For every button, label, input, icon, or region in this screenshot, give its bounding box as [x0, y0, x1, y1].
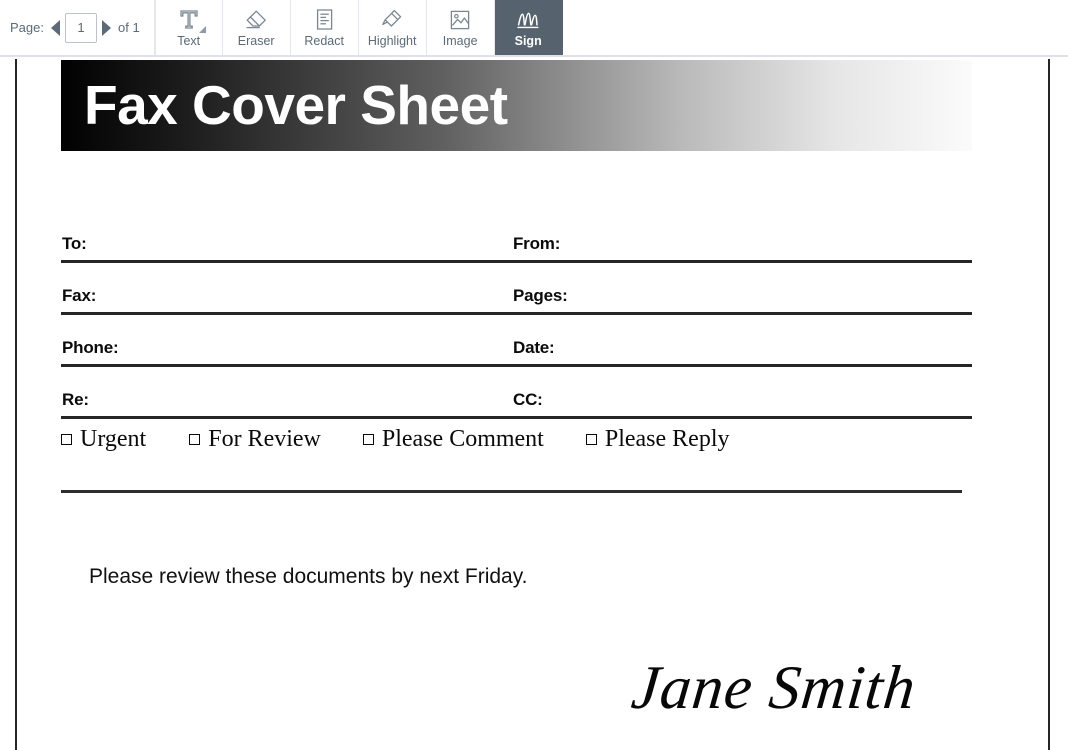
signature-annotation[interactable]: Jane Smith — [628, 654, 919, 722]
page-number-input[interactable] — [64, 12, 97, 43]
checkbox-label-for-review: For Review — [208, 425, 321, 452]
field-label-fax: Fax: — [62, 286, 97, 305]
tool-button-text[interactable]: Text — [154, 0, 223, 55]
checkbox-for-review[interactable]: For Review — [189, 426, 321, 453]
document-page: Fax Cover Sheet To: From: Fax: Pages: Ph… — [15, 59, 1050, 750]
tool-label-sign: Sign — [514, 33, 542, 48]
field-pages[interactable]: Pages: — [512, 263, 972, 315]
editor-toolbar: Page: of 1 Text Er — [0, 0, 1068, 57]
checkbox-please-reply[interactable]: Please Reply — [585, 425, 730, 453]
page-label: Page: — [10, 20, 44, 35]
checkbox-square-icon[interactable] — [585, 433, 597, 445]
checkbox-square-icon[interactable] — [362, 433, 374, 445]
checkbox-label-please-reply: Please Reply — [604, 425, 730, 452]
field-label-date: Date: — [513, 338, 555, 357]
field-label-pages: Pages: — [513, 286, 568, 305]
document-title-banner: Fax Cover Sheet — [61, 60, 972, 151]
tool-button-redact[interactable]: Redact — [290, 0, 359, 55]
document-page-area[interactable]: Fax Cover Sheet To: From: Fax: Pages: Ph… — [0, 57, 1068, 750]
field-date[interactable]: Date: — [512, 315, 972, 367]
field-label-re: Re: — [62, 390, 89, 409]
tool-button-image[interactable]: Image — [426, 0, 495, 55]
tool-label-text: Text — [177, 33, 201, 48]
highlighter-pen-icon — [380, 8, 404, 32]
field-fax[interactable]: Fax: — [61, 263, 512, 315]
form-row: To: From: — [61, 211, 972, 263]
checkbox-urgent[interactable]: Urgent — [61, 426, 146, 453]
field-label-from: From: — [513, 234, 561, 253]
signature-icon — [515, 8, 541, 32]
tool-label-eraser: Eraser — [237, 33, 275, 48]
field-cc[interactable]: CC: — [512, 367, 972, 419]
previous-page-icon[interactable] — [50, 19, 60, 36]
page-navigation: Page: of 1 — [0, 0, 155, 55]
checkbox-row: Urgent For Review Please Comment Please … — [61, 419, 972, 459]
checkbox-please-comment[interactable]: Please Comment — [362, 425, 544, 453]
redact-document-icon — [315, 8, 334, 32]
text-tool-icon — [178, 8, 206, 33]
checkbox-square-icon[interactable] — [189, 433, 201, 445]
dropdown-corner-icon[interactable] — [198, 25, 206, 33]
field-label-phone: Phone: — [62, 338, 119, 357]
checkbox-label-please-comment: Please Comment — [381, 425, 544, 452]
next-page-icon[interactable] — [101, 19, 111, 36]
tool-label-highlight: Highlight — [367, 33, 417, 48]
tool-button-sign[interactable]: Sign — [494, 0, 563, 55]
field-re[interactable]: Re: — [61, 367, 512, 419]
tool-label-image: Image — [442, 33, 478, 48]
field-phone[interactable]: Phone: — [61, 315, 512, 367]
eraser-icon — [244, 8, 268, 32]
form-row: Fax: Pages: — [61, 263, 972, 315]
field-label-cc: CC: — [513, 390, 543, 409]
tool-list: Text Eraser Redact Highlight Image Sign — [154, 0, 563, 55]
document-body-message[interactable]: Please review these documents by next Fr… — [89, 564, 528, 589]
page-title: Fax Cover Sheet — [84, 74, 508, 136]
tool-button-eraser[interactable]: Eraser — [222, 0, 291, 55]
page-total-label: of 1 — [117, 20, 140, 35]
tool-button-highlight[interactable]: Highlight — [358, 0, 427, 55]
field-from[interactable]: From: — [512, 211, 972, 263]
image-picture-icon — [449, 8, 471, 32]
tool-label-redact: Redact — [304, 33, 344, 48]
checkbox-square-icon[interactable] — [61, 433, 72, 445]
field-label-to: To: — [62, 234, 87, 253]
section-divider — [61, 490, 962, 493]
checkbox-label-urgent: Urgent — [80, 425, 147, 452]
form-row: Re: CC: — [61, 367, 972, 419]
field-to[interactable]: To: — [61, 211, 512, 263]
form-row: Phone: Date: — [61, 315, 972, 367]
